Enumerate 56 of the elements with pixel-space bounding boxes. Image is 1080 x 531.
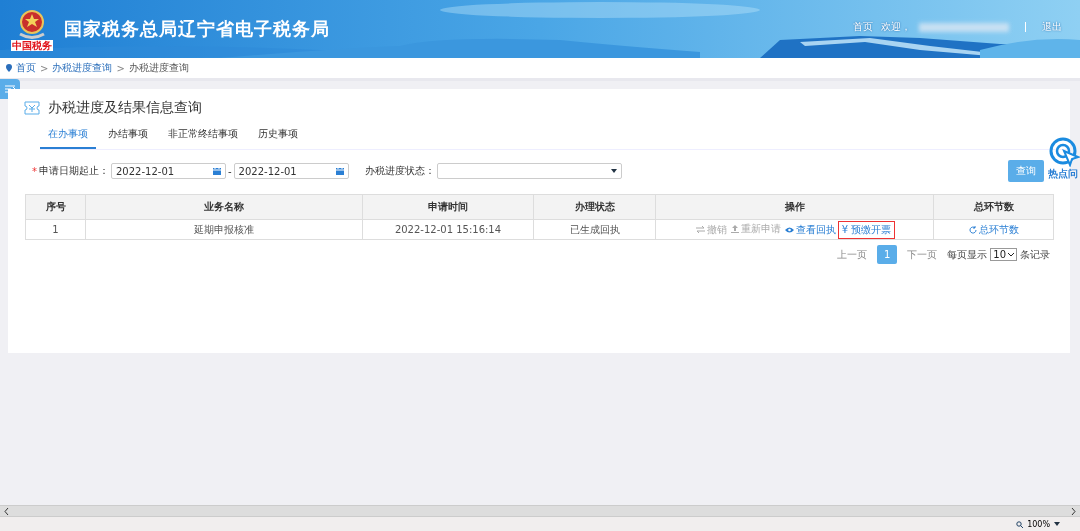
tab[interactable]: 非正常终结事项 [160, 123, 246, 149]
breadcrumb-separator: > [116, 62, 125, 74]
breadcrumb-link[interactable]: 办税进度查询 [52, 61, 113, 75]
scroll-left-icon[interactable] [4, 507, 9, 515]
dropdown-arrow-icon [610, 169, 617, 173]
eye-icon [784, 227, 794, 233]
caret-icon [1008, 252, 1014, 257]
action-link[interactable]: ¥ 预缴开票 [839, 223, 894, 237]
per-page-select[interactable]: 10 [990, 248, 1017, 261]
next-page-link[interactable]: 下一页 [907, 247, 938, 262]
upload-icon [730, 225, 739, 233]
breadcrumb-current: 办税进度查询 [128, 61, 189, 75]
table-cell: 延期申报核准 [85, 219, 363, 240]
date-label: 申请日期起止： [39, 164, 109, 178]
date-field[interactable]: 2022-12-01 [233, 163, 349, 179]
tab[interactable]: 办结事项 [100, 123, 156, 149]
table-cell: 2022-12-01 15:16:14 [362, 219, 534, 240]
table-cell: 已生成回执 [533, 219, 656, 240]
page-title: 办税进度及结果信息查询 [48, 99, 202, 117]
breadcrumb-separator: > [40, 62, 49, 74]
query-button[interactable]: 查询 [1008, 160, 1044, 182]
help-label: 热点问 [1048, 167, 1078, 181]
welcome-text: 欢迎， [881, 20, 911, 34]
column-header: 总环节数 [933, 194, 1054, 220]
help-button[interactable]: 热点问 [1048, 137, 1080, 181]
column-header: 序号 [25, 194, 86, 220]
page-number[interactable]: 1 [876, 245, 898, 264]
location-pin-icon [6, 64, 12, 72]
table-cell: 1 [25, 219, 86, 240]
breadcrumb-link[interactable]: 首页 [16, 61, 36, 75]
per-page-suffix: 条记录 [1020, 247, 1050, 262]
required-mark: * [32, 165, 37, 177]
tab[interactable]: 历史事项 [250, 123, 306, 149]
site-title: 国家税务总局辽宁省电子税务局 [64, 17, 330, 41]
emblem-icon [17, 7, 47, 40]
column-header: 申请时间 [362, 194, 534, 220]
tab[interactable]: 在办事项 [40, 123, 96, 149]
prev-page-link[interactable]: 上一页 [836, 247, 867, 262]
status-label: 办税进度状态： [364, 164, 435, 178]
zoom-icon [1016, 520, 1024, 528]
refresh-icon [968, 225, 977, 234]
ticket-icon [24, 101, 40, 115]
column-header: 业务名称 [85, 194, 363, 220]
caret-icon[interactable] [1054, 522, 1060, 526]
column-header: 操作 [655, 194, 934, 220]
range-separator: - [228, 165, 232, 177]
scroll-right-icon[interactable] [1071, 507, 1076, 515]
date-field[interactable]: 2022-12-01 [111, 163, 226, 179]
calendar-icon[interactable] [335, 167, 344, 175]
logo-caption: 中国税务 [11, 39, 53, 51]
calendar-icon[interactable] [213, 167, 221, 175]
column-header: 办理状态 [533, 194, 656, 220]
zoom-level[interactable]: 100% [1027, 519, 1050, 529]
per-page-label: 每页显示 [947, 247, 988, 262]
swap-icon [695, 226, 705, 233]
action-link[interactable]: 查看回执 [784, 223, 836, 237]
